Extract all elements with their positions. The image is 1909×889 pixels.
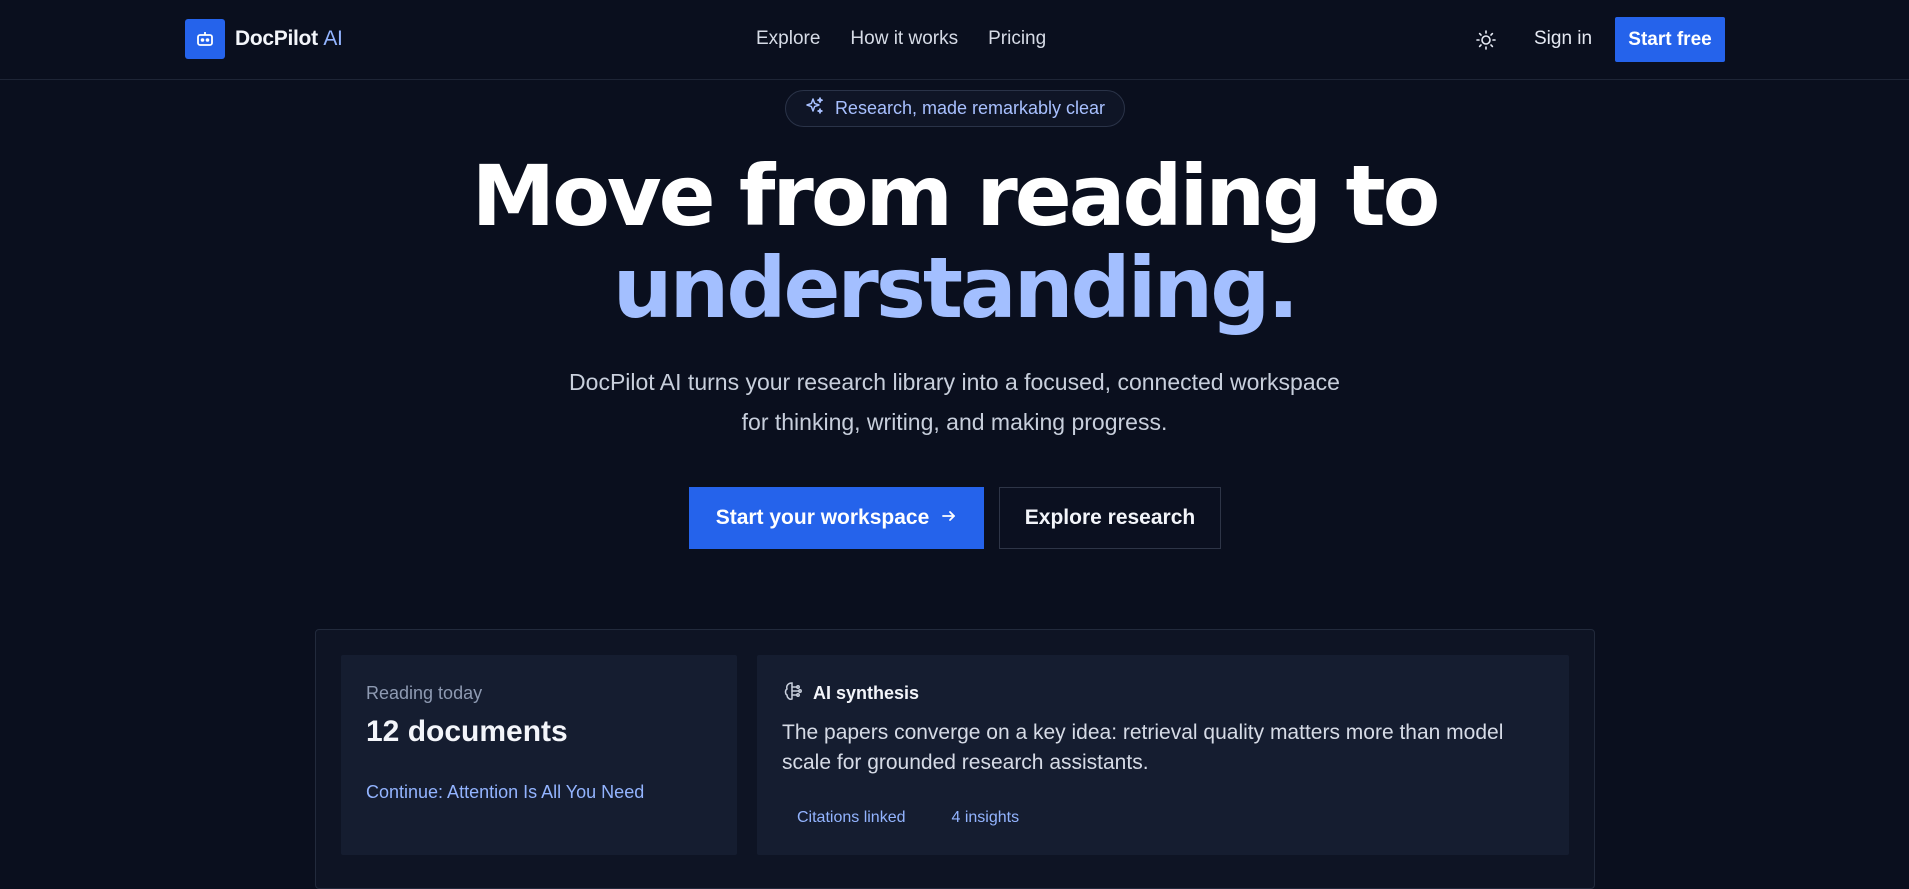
- subtitle-line-2: for thinking, writing, and making progre…: [741, 409, 1168, 435]
- reading-today-count: 12 documents: [366, 715, 568, 748]
- headline-line-2: understanding.: [612, 239, 1300, 337]
- nav-explore[interactable]: Explore: [756, 28, 820, 50]
- top-navbar: DocPilot AI Explore How it works Pricing…: [0, 0, 1909, 80]
- ai-tags: Citations linked 4 insights: [782, 803, 1034, 833]
- start-workspace-label: Start your workspace: [715, 506, 930, 529]
- brand-name: DocPilot AI: [235, 27, 343, 51]
- robot-icon: [185, 19, 225, 59]
- arrow-right-icon: [941, 506, 957, 530]
- continue-reading-link[interactable]: Continue: Attention Is All You Need: [366, 782, 644, 803]
- tag-insights[interactable]: 4 insights: [937, 803, 1035, 833]
- ai-synthesis-title: AI synthesis: [813, 683, 920, 703]
- start-workspace-button[interactable]: Start your workspace: [689, 487, 984, 549]
- nav-how-it-works[interactable]: How it works: [850, 28, 958, 50]
- hero-subtitle: DocPilot AI turns your research library …: [0, 362, 1909, 442]
- reading-today-label: Reading today: [366, 683, 483, 703]
- hero-badge-text: Research, made remarkably clear: [834, 98, 1106, 118]
- ai-synthesis-card: AI synthesis The papers converge on a ke…: [757, 655, 1569, 855]
- hero-headline: Move from reading to understanding.: [0, 150, 1909, 334]
- tag-citations[interactable]: Citations linked: [782, 803, 921, 833]
- sparkles-icon: [805, 96, 825, 121]
- main-nav: Explore How it works Pricing: [756, 28, 1046, 50]
- ai-synthesis-body: The papers converge on a key idea: retri…: [782, 721, 1504, 774]
- explore-research-button[interactable]: Explore research: [999, 487, 1221, 549]
- brand-name-suffix: AI: [323, 27, 343, 50]
- brand-name-main: DocPilot: [235, 27, 318, 50]
- hero-badge: Research, made remarkably clear: [785, 90, 1125, 127]
- nav-pricing[interactable]: Pricing: [988, 28, 1046, 50]
- brain-icon: [782, 680, 804, 707]
- brand-logo[interactable]: DocPilot AI: [185, 19, 343, 59]
- start-free-button[interactable]: Start free: [1615, 17, 1725, 62]
- subtitle-line-1: DocPilot AI turns your research library …: [569, 369, 1340, 395]
- headline-line-1: Move from reading to: [471, 147, 1441, 245]
- sun-icon[interactable]: [1475, 29, 1497, 51]
- ai-synthesis-header: AI synthesis: [782, 680, 919, 707]
- sign-in-link[interactable]: Sign in: [1534, 28, 1592, 50]
- reading-today-card: Reading today 12 documents Continue: Att…: [341, 655, 737, 855]
